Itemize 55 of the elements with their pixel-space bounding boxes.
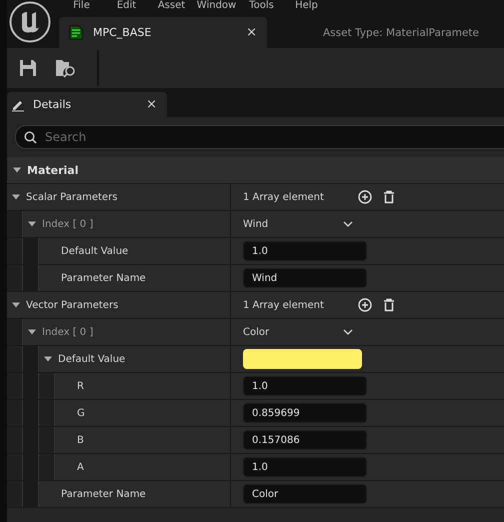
property-label: B [77, 434, 84, 446]
engine-logo-icon[interactable] [9, 1, 51, 43]
property-label: A [77, 462, 84, 472]
property-label: Vector Parameters [26, 300, 118, 310]
asset-file-icon [69, 25, 83, 40]
property-label: Parameter Name [61, 272, 146, 284]
collapse-arrow-icon[interactable] [44, 355, 52, 363]
collapse-arrow-icon[interactable] [13, 166, 21, 174]
chevron-down-icon [343, 329, 353, 335]
collapse-arrow-icon[interactable] [28, 328, 36, 336]
property-label: Index [ 0 ] [42, 326, 94, 338]
menu-item[interactable]: Edit [104, 0, 149, 13]
close-tab-button[interactable]: × [146, 97, 157, 112]
parameter-dropdown[interactable]: Color [243, 326, 365, 338]
value-field[interactable]: Color [243, 484, 367, 504]
menu-item[interactable]: File [59, 0, 104, 13]
search-field[interactable]: Search [15, 125, 504, 149]
value-field[interactable]: 1.0 [243, 457, 367, 477]
menu-item[interactable]: Window [194, 0, 239, 13]
array-count: 1 Array element [243, 192, 324, 202]
collapse-arrow-icon[interactable] [12, 193, 20, 201]
close-tab-button[interactable]: × [246, 25, 257, 40]
property-label: R [77, 380, 84, 392]
property-label: Index [ 0 ] [42, 218, 94, 230]
property-label: Parameter Name [61, 488, 146, 500]
value-field[interactable]: 0.859699 [243, 403, 367, 423]
color-swatch[interactable] [243, 349, 362, 369]
value-field[interactable]: 0.157086 [243, 430, 367, 450]
property-label: Default Value [58, 354, 126, 364]
save-icon[interactable] [17, 57, 39, 79]
property-label: G [77, 408, 85, 418]
collapse-arrow-icon[interactable] [12, 301, 20, 309]
details-tab[interactable]: Details × [7, 92, 167, 117]
property-label: Default Value [61, 246, 128, 256]
value-field[interactable]: 1.0 [243, 376, 367, 396]
parameter-dropdown[interactable]: Wind [243, 218, 365, 230]
array-count: 1 Array element [243, 300, 324, 310]
add-icon[interactable] [358, 298, 372, 312]
trash-icon[interactable] [382, 190, 396, 204]
category-header[interactable]: Material [7, 157, 504, 184]
search-input[interactable]: Search [43, 129, 504, 145]
menu-item[interactable]: Tools [239, 0, 284, 13]
value-field[interactable]: Wind [243, 268, 367, 288]
document-tab[interactable]: MPC_BASE × [59, 17, 267, 48]
add-icon[interactable] [358, 190, 372, 204]
value-field[interactable]: 1.0 [243, 241, 367, 261]
asset-type-label: Asset Type: MaterialParamete [323, 26, 479, 38]
collapse-arrow-icon[interactable] [28, 220, 36, 228]
menu-item[interactable]: Asset [149, 0, 194, 13]
chevron-down-icon [343, 221, 353, 227]
search-icon [24, 130, 37, 144]
trash-icon[interactable] [382, 298, 396, 312]
menu-item[interactable]: Help [284, 0, 329, 13]
browse-folder-icon[interactable] [55, 57, 77, 79]
property-label: Scalar Parameters [26, 192, 118, 202]
